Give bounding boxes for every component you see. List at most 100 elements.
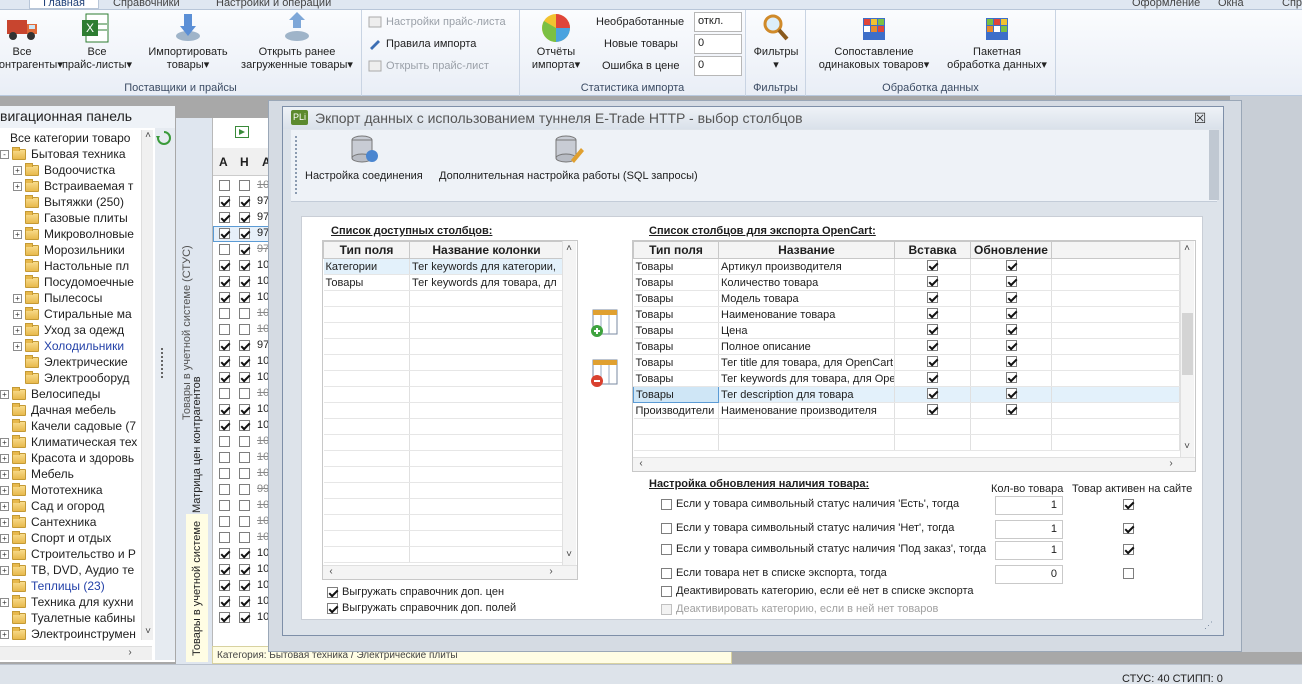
export-col-type[interactable]: Тип поля: [633, 241, 719, 259]
grid-row-active-cell[interactable]: [215, 178, 233, 193]
grid-row-active-cell[interactable]: [215, 194, 233, 209]
grid-row-active-checkbox[interactable]: [218, 212, 230, 223]
grid-row-active-checkbox[interactable]: [218, 276, 230, 287]
export-grid-icon[interactable]: [235, 126, 249, 138]
active-on-site-checkbox[interactable]: [1123, 499, 1134, 510]
export-price-ref-checkbox[interactable]: [327, 586, 338, 598]
qty-input[interactable]: 1: [995, 496, 1063, 515]
scroll-up-icon[interactable]: ˄: [563, 243, 575, 254]
tree-item[interactable]: + Встраиваемая т: [13, 178, 133, 194]
available-row[interactable]: [323, 370, 564, 387]
expand-icon[interactable]: +: [13, 325, 22, 335]
export-row[interactable]: Товары Цена: [633, 322, 1180, 339]
grid-row-active-checkbox[interactable]: [218, 196, 230, 207]
active-on-site-checkbox[interactable]: [1123, 523, 1134, 534]
export-row[interactable]: Товары Тег description для товара: [633, 386, 1180, 403]
update-checkbox[interactable]: [1005, 371, 1017, 383]
expand-icon[interactable]: +: [0, 437, 9, 447]
grid-row-new-checkbox[interactable]: [238, 308, 250, 319]
export-row[interactable]: [633, 434, 1180, 451]
grid-row-active-checkbox[interactable]: [218, 452, 230, 463]
grid-row-new-cell[interactable]: [235, 530, 253, 545]
tree-item[interactable]: + ТВ, DVD, Аудио те: [0, 562, 134, 578]
available-row[interactable]: Товары Тег keywords для товара, дл: [323, 274, 564, 291]
grid-row-new-cell[interactable]: [235, 514, 253, 529]
tab-price-matrix[interactable]: Матрица цен контрагентов: [186, 370, 208, 520]
qty-input[interactable]: 1: [995, 520, 1063, 539]
grid-row-active-checkbox[interactable]: [218, 596, 230, 607]
tree-item[interactable]: Все категории товаро: [10, 130, 130, 146]
qty-input[interactable]: 0: [995, 565, 1063, 584]
deactivate-empty-checkbox[interactable]: [661, 603, 672, 615]
grid-row-new-cell[interactable]: [235, 594, 253, 609]
availability-option[interactable]: Если у товара символьный статус наличия …: [661, 522, 954, 534]
grid-row-new-cell[interactable]: [235, 226, 253, 241]
resize-grip-icon[interactable]: ⋰: [1204, 620, 1213, 631]
tree-item[interactable]: Качели садовые (7: [0, 418, 136, 434]
export-row[interactable]: Товары Наименование товара: [633, 306, 1180, 323]
update-cell[interactable]: [970, 402, 1052, 419]
grid-row-new-checkbox[interactable]: [238, 500, 250, 511]
tree-item[interactable]: + Красота и здоровь: [0, 450, 134, 466]
grid-row-active-checkbox[interactable]: [218, 612, 230, 623]
grid-row-active-cell[interactable]: [215, 354, 233, 369]
update-cell[interactable]: [970, 258, 1052, 275]
grid-row-active-cell[interactable]: [215, 578, 233, 593]
grid-row-active-checkbox[interactable]: [218, 372, 230, 383]
update-cell[interactable]: [970, 306, 1052, 323]
add-column-button[interactable]: [589, 308, 619, 338]
tree-item[interactable]: + Водоочистка: [13, 162, 115, 178]
grid-row-active-cell[interactable]: [215, 306, 233, 321]
grid-row-new-checkbox[interactable]: [238, 228, 250, 239]
grid-row-active-checkbox[interactable]: [218, 580, 230, 591]
grid-row-active-checkbox[interactable]: [218, 500, 230, 511]
tree-item[interactable]: + Велосипеды: [0, 386, 100, 402]
grid-row-active-checkbox[interactable]: [218, 244, 230, 255]
insert-checkbox[interactable]: [927, 275, 938, 287]
insert-checkbox[interactable]: [927, 355, 938, 367]
availability-checkbox[interactable]: [661, 543, 672, 555]
insert-checkbox[interactable]: [927, 339, 938, 351]
tree-item[interactable]: Посудомоечные: [13, 274, 134, 290]
insert-cell[interactable]: [894, 274, 971, 291]
import-goods-button[interactable]: Импортировать товары▾: [142, 12, 234, 72]
grid-row-active-checkbox[interactable]: [218, 340, 230, 351]
grid-row-active-checkbox[interactable]: [218, 548, 230, 559]
insert-cell[interactable]: [894, 402, 971, 419]
insert-checkbox[interactable]: [927, 403, 938, 415]
scroll-right-icon[interactable]: ›: [124, 647, 136, 658]
export-row[interactable]: Товары Тег title для товара, для OpenCart: [633, 354, 1180, 371]
batch-processing-button[interactable]: Пакетная обработка данных▾: [942, 12, 1052, 72]
insert-cell[interactable]: [894, 434, 971, 451]
available-row[interactable]: [323, 418, 564, 435]
available-row[interactable]: [323, 386, 564, 403]
grid-row-active-cell[interactable]: [215, 242, 233, 257]
export-price-ref-option[interactable]: Выгружать справочник доп. цен: [327, 586, 504, 598]
grid-row-new-checkbox[interactable]: [238, 244, 250, 255]
insert-cell[interactable]: [894, 418, 971, 435]
scroll-right-icon[interactable]: ›: [545, 566, 557, 577]
export-col-name[interactable]: Название: [718, 241, 895, 259]
tree-item[interactable]: + Спорт и отдых: [0, 530, 111, 546]
availability-option[interactable]: Если у товара символьный статус наличия …: [661, 543, 986, 555]
all-contractors-button[interactable]: Все контрагенты▾: [0, 12, 63, 72]
grid-row-new-checkbox[interactable]: [238, 564, 250, 575]
grid-row-active-checkbox[interactable]: [218, 532, 230, 543]
grid-row-active-cell[interactable]: [215, 450, 233, 465]
grid-row-active-checkbox[interactable]: [218, 324, 230, 335]
expand-icon[interactable]: +: [0, 629, 9, 639]
expand-icon[interactable]: +: [0, 565, 9, 575]
grid-row-new-cell[interactable]: [235, 466, 253, 481]
grid-row-active-cell[interactable]: [215, 610, 233, 625]
insert-checkbox[interactable]: [927, 371, 938, 383]
all-pricelists-button[interactable]: X Все прайс-листы▾: [58, 12, 136, 72]
available-row[interactable]: Категории Тег keywords для категории,: [323, 258, 564, 275]
available-row[interactable]: [323, 530, 564, 547]
grid-row-new-cell[interactable]: [235, 610, 253, 625]
remove-column-button[interactable]: [589, 358, 619, 388]
expand-icon[interactable]: +: [0, 453, 9, 463]
grid-row-new-checkbox[interactable]: [238, 372, 250, 383]
grid-row-new-cell[interactable]: [235, 322, 253, 337]
insert-checkbox[interactable]: [927, 387, 938, 399]
available-row[interactable]: [323, 498, 564, 515]
